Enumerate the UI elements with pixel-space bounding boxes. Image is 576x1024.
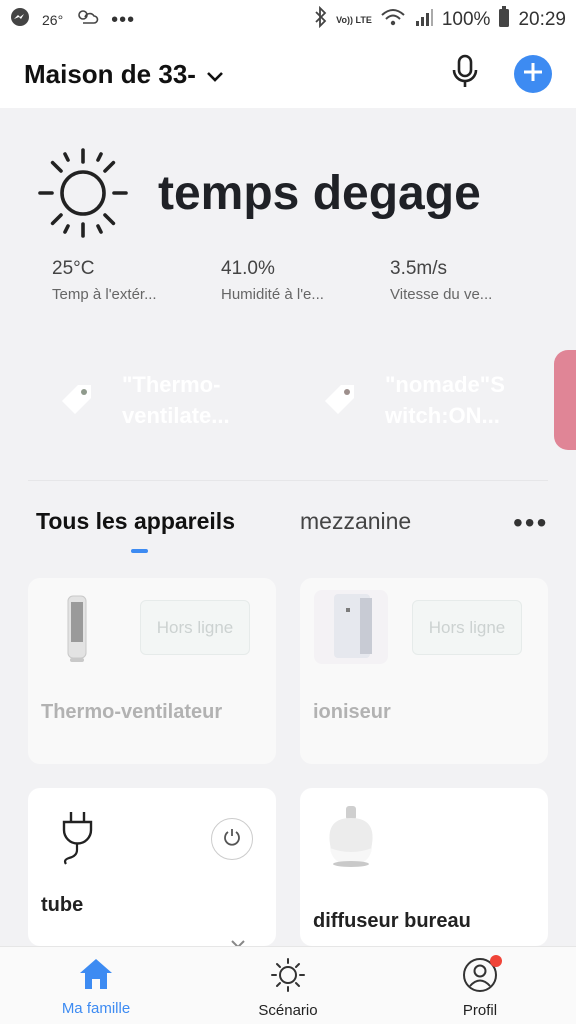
- more-icon[interactable]: •••: [513, 507, 548, 539]
- device-card-tube[interactable]: tube: [28, 788, 276, 946]
- app-header: Maison de 33-: [0, 40, 576, 108]
- clock: 20:29: [518, 9, 566, 30]
- device-card-thermo-ventilateur[interactable]: Hors ligne Thermo-ventilateur: [28, 578, 276, 764]
- battery-icon: [498, 6, 510, 34]
- air-purifier-icon: [312, 588, 390, 671]
- tab-indicator: [131, 549, 148, 553]
- wifi-icon: [380, 7, 406, 33]
- home-name: Maison de 33-: [24, 58, 196, 89]
- status-overflow: •••: [111, 8, 136, 31]
- status-bar: 26° ••• Vo)) LTE 100% 20:29: [0, 0, 576, 40]
- stat-label: Vitesse du ve...: [390, 286, 493, 303]
- nav-home[interactable]: Ma famille: [0, 947, 192, 1024]
- stat-label: Humidité à l'e...: [221, 286, 324, 303]
- scene-label-line1: "Thermo-: [122, 372, 221, 397]
- sun-icon: [36, 146, 130, 240]
- nav-profile[interactable]: Profil: [384, 947, 576, 1024]
- chevron-down-icon: [206, 59, 224, 90]
- device-name: diffuseur bureau: [313, 910, 471, 932]
- network-label: Vo)) LTE: [336, 14, 372, 25]
- device-card-ioniseur[interactable]: Hors ligne ioniseur: [300, 578, 548, 764]
- weather-stat-temperature: 25°C Temp à l'extér...: [52, 258, 157, 303]
- scene-card-nomade[interactable]: "nomade"S witch:ON...: [291, 350, 540, 450]
- nav-label: Profil: [462, 1002, 498, 1019]
- stat-value: 41.0%: [221, 258, 275, 279]
- bottom-nav: Ma famille Scénario Profil: [0, 946, 576, 1024]
- home-selector[interactable]: Maison de 33-: [24, 59, 224, 90]
- stat-value: 25°C: [52, 258, 95, 279]
- home-icon: [78, 957, 114, 996]
- notification-dot: [490, 955, 502, 967]
- signal-icon: [414, 7, 434, 33]
- scene-label-line2: witch:ON...: [385, 403, 500, 428]
- scene-card-peek[interactable]: [554, 350, 576, 450]
- tab-all-devices[interactable]: Tous les appareils: [36, 508, 235, 535]
- weather-stat-humidity: 41.0% Humidité à l'e...: [221, 258, 324, 303]
- chevron-down-icon[interactable]: [230, 936, 246, 946]
- device-name: tube: [41, 894, 84, 916]
- device-card-diffuseur-bureau[interactable]: diffuseur bureau: [300, 788, 548, 946]
- messenger-icon: [10, 7, 30, 33]
- tab-mezzanine[interactable]: mezzanine: [300, 508, 411, 535]
- stat-label: Temp à l'extér...: [52, 286, 157, 303]
- device-name: Thermo-ventilateur: [41, 701, 223, 723]
- power-icon: [223, 828, 241, 851]
- offline-badge: Hors ligne: [412, 600, 522, 655]
- scene-card-thermo[interactable]: "Thermo- ventilate...: [28, 350, 277, 450]
- plug-icon: [60, 810, 98, 871]
- weather-title: temps degage: [158, 167, 481, 220]
- add-device-button[interactable]: [514, 55, 552, 93]
- tag-icon: [321, 382, 357, 418]
- device-name: ioniseur: [313, 701, 391, 723]
- bluetooth-icon: [314, 5, 328, 34]
- offline-badge: Hors ligne: [140, 600, 250, 655]
- nav-label: Scénario: [258, 1002, 318, 1019]
- microphone-icon[interactable]: [450, 54, 480, 95]
- nav-label: Ma famille: [61, 1000, 131, 1017]
- status-temperature: 26°: [42, 12, 64, 28]
- weather-stat-wind: 3.5m/s Vitesse du ve...: [390, 258, 492, 303]
- cloud-sun-icon: [75, 8, 99, 32]
- power-button[interactable]: [211, 818, 253, 860]
- battery-level: 100%: [441, 9, 491, 30]
- profile-icon: [462, 955, 502, 998]
- section-divider: [28, 480, 548, 481]
- sun-icon: [270, 957, 306, 998]
- tower-fan-icon: [66, 594, 88, 669]
- scene-label-line2: ventilate...: [122, 403, 230, 428]
- tag-icon: [58, 382, 94, 418]
- scene-label-line1: "nomade"S: [385, 372, 505, 397]
- nav-scenario[interactable]: Scénario: [192, 947, 384, 1024]
- plus-icon: [523, 62, 543, 87]
- diffuser-icon: [322, 804, 380, 875]
- stat-value: 3.5m/s: [390, 258, 448, 279]
